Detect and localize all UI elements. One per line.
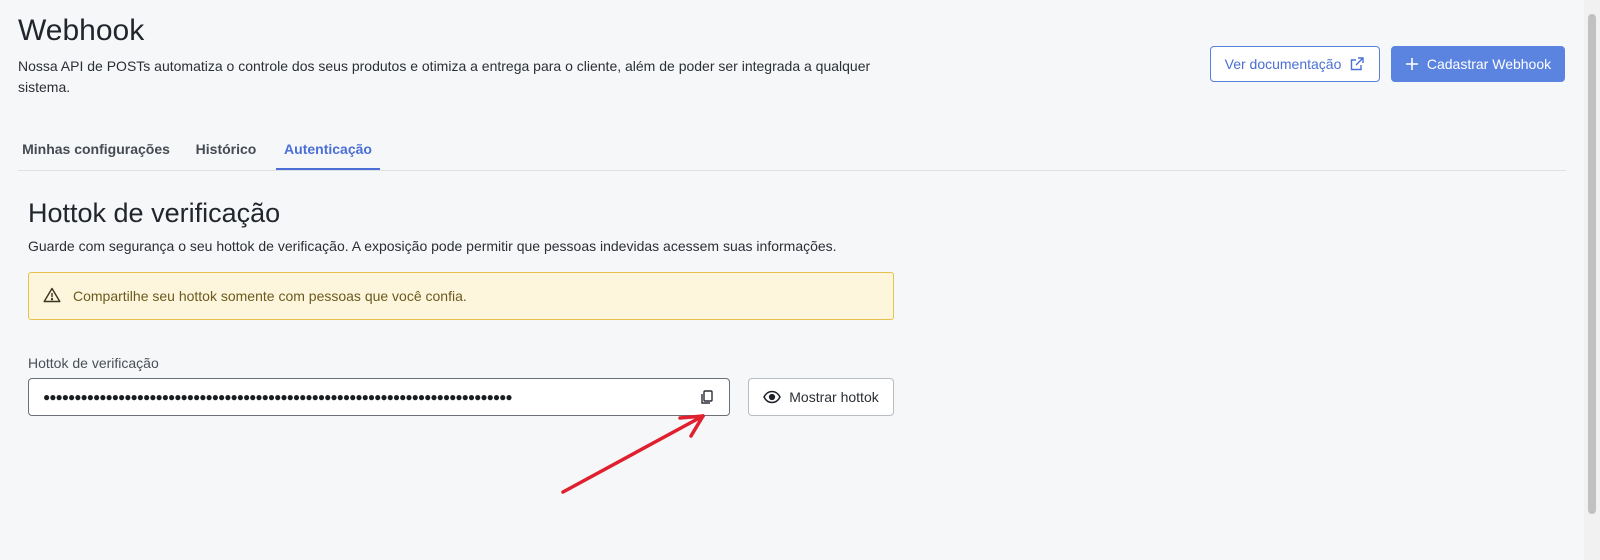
plus-icon [1405, 57, 1419, 71]
tab-minhas-configuracoes[interactable]: Minhas configurações [18, 130, 174, 169]
section-description: Guarde com segurança o seu hottok de ver… [28, 238, 837, 254]
view-documentation-button[interactable]: Ver documentação [1210, 46, 1380, 82]
tab-historico[interactable]: Histórico [186, 130, 266, 169]
register-webhook-button[interactable]: Cadastrar Webhook [1391, 46, 1565, 82]
page-description: Nossa API de POSTs automatiza o controle… [18, 58, 871, 95]
warning-alert: Compartilhe seu hottok somente com pesso… [28, 272, 894, 320]
warning-icon [43, 287, 61, 306]
hottok-masked-value: ●●●●●●●●●●●●●●●●●●●●●●●●●●●●●●●●●●●●●●●●… [43, 390, 513, 404]
warning-text: Compartilhe seu hottok somente com pesso… [73, 288, 467, 304]
tab-autenticacao[interactable]: Autenticação [276, 130, 380, 170]
hottok-field-label: Hottok de verificação [28, 355, 159, 371]
view-documentation-label: Ver documentação [1224, 56, 1342, 72]
external-link-icon [1349, 56, 1365, 72]
scrollbar-thumb[interactable] [1588, 14, 1596, 514]
copy-icon[interactable] [691, 381, 723, 413]
page-title: Webhook [18, 14, 145, 47]
hottok-input[interactable]: ●●●●●●●●●●●●●●●●●●●●●●●●●●●●●●●●●●●●●●●●… [28, 378, 730, 416]
vertical-scrollbar[interactable] [1584, 0, 1600, 560]
section-title: Hottok de verificação [28, 198, 281, 228]
register-webhook-label: Cadastrar Webhook [1426, 56, 1552, 72]
show-hottok-label: Mostrar hottok [789, 389, 879, 405]
page: Webhook Nossa API de POSTs automatiza o … [0, 0, 1584, 560]
show-hottok-button[interactable]: Mostrar hottok [748, 378, 894, 416]
tab-bar: Minhas configurações Histórico Autentica… [18, 130, 1566, 171]
eye-icon [763, 390, 782, 404]
